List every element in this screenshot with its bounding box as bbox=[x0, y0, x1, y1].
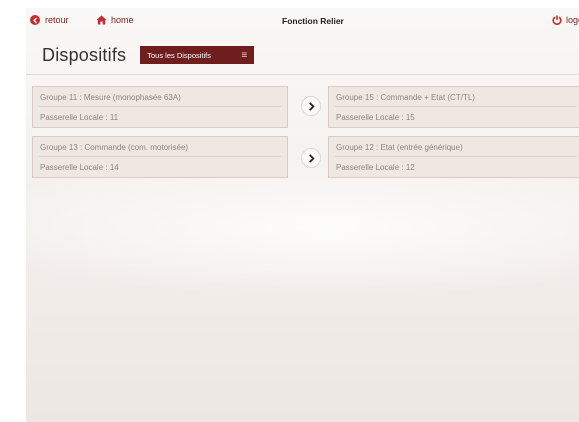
source-device-card[interactable]: Groupe 11 : Mesure (monophasée 63A) Pass… bbox=[32, 86, 288, 128]
target-device-card[interactable]: Groupe 15 : Commande + Etat (CT/TL) Pass… bbox=[328, 86, 579, 128]
card-divider bbox=[39, 106, 281, 107]
card-divider bbox=[335, 156, 577, 157]
home-link[interactable]: home bbox=[96, 15, 134, 25]
top-navigation-bar: retour home Fonction Relier logout bbox=[26, 8, 579, 34]
back-link-label: retour bbox=[45, 15, 69, 25]
device-gateway-label: Passerelle Locale : 11 bbox=[40, 113, 119, 122]
device-group-label: Groupe 13 : Commande (com. motorisée) bbox=[40, 143, 189, 152]
power-icon bbox=[552, 15, 562, 25]
chevron-right-icon bbox=[308, 153, 315, 163]
page-title: Dispositifs bbox=[42, 44, 127, 65]
device-filter-button[interactable]: Tous les Dispositifs ≡ bbox=[140, 46, 255, 64]
logout-link[interactable]: logout bbox=[552, 15, 579, 25]
card-divider bbox=[39, 156, 281, 157]
source-device-card[interactable]: Groupe 13 : Commande (com. motorisée) Pa… bbox=[32, 136, 288, 178]
device-group-label: Groupe 12 : Etat (entrée générique) bbox=[336, 143, 463, 152]
back-arrow-icon bbox=[30, 15, 40, 25]
device-filter-label: Tous les Dispositifs bbox=[147, 50, 212, 60]
home-link-label: home bbox=[111, 15, 134, 25]
page-heading: Fonction Relier bbox=[282, 16, 344, 26]
link-arrow-button[interactable] bbox=[301, 96, 321, 116]
device-gateway-label: Passerelle Locale : 15 bbox=[336, 113, 415, 122]
header-divider bbox=[26, 74, 579, 75]
app-window: retour home Fonction Relier logout Dispo… bbox=[26, 8, 579, 422]
logout-link-label: logout bbox=[566, 15, 579, 25]
device-group-label: Groupe 11 : Mesure (monophasée 63A) bbox=[40, 93, 181, 102]
link-arrow-button[interactable] bbox=[301, 148, 321, 168]
menu-icon: ≡ bbox=[241, 49, 248, 61]
card-divider bbox=[335, 106, 577, 107]
device-gateway-label: Passerelle Locale : 12 bbox=[336, 163, 415, 172]
device-gateway-label: Passerelle Locale : 14 bbox=[40, 163, 119, 172]
target-device-card[interactable]: Groupe 12 : Etat (entrée générique) Pass… bbox=[328, 136, 579, 178]
back-link[interactable]: retour bbox=[30, 15, 69, 25]
section-header: Dispositifs Tous les Dispositifs ≡ bbox=[42, 42, 255, 68]
device-group-label: Groupe 15 : Commande + Etat (CT/TL) bbox=[336, 93, 475, 102]
chevron-right-icon bbox=[308, 101, 315, 111]
home-icon bbox=[96, 15, 107, 25]
